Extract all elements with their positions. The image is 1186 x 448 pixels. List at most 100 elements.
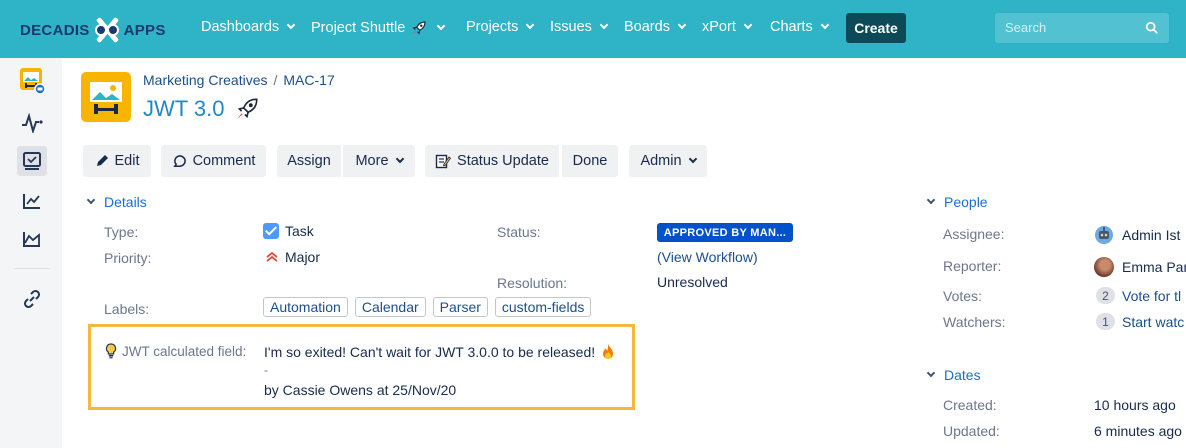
status-badge[interactable]: APPROVED BY MAN... — [657, 223, 793, 242]
breadcrumb: Marketing Creatives / MAC-17 — [143, 72, 335, 88]
project-avatar[interactable] — [81, 72, 131, 122]
view-workflow-link[interactable]: (View Workflow) — [657, 249, 758, 265]
line-chart-icon — [23, 194, 40, 209]
details-section-toggle[interactable]: Details — [86, 194, 147, 210]
priority-value: Major — [265, 249, 320, 265]
vote-link[interactable]: Vote for tl — [1122, 288, 1181, 304]
breadcrumb-separator: / — [273, 72, 278, 88]
activity-pulse-icon — [22, 113, 43, 133]
chevron-down-icon — [688, 154, 697, 164]
status-update-button[interactable]: Status Update — [425, 145, 559, 177]
jwt-field-value-line2: by Cassie Owens at 25/Nov/20 — [264, 382, 457, 398]
decadis-apps-logo[interactable]: DECADIS APPS — [20, 18, 166, 42]
status-update-button-label: Status Update — [457, 153, 549, 169]
chevron-down-icon — [926, 195, 936, 205]
nav-project-shuttle[interactable]: Project Shuttle — [311, 19, 446, 37]
done-button[interactable]: Done — [562, 145, 618, 177]
jwt-field-label: JWT calculated field: — [105, 343, 246, 359]
chevron-down-icon — [437, 21, 446, 31]
comment-button-label: Comment — [192, 153, 256, 169]
nav-projects-label: Projects — [466, 19, 519, 35]
rocket-icon — [412, 21, 426, 35]
nav-dashboards[interactable]: Dashboards — [201, 19, 296, 35]
comment-button[interactable]: Comment — [161, 145, 266, 177]
nav-project-shuttle-label: Project Shuttle — [311, 20, 406, 36]
assignee-label: Assignee: — [943, 226, 1005, 242]
sidebar-project-avatar[interactable] — [19, 68, 45, 95]
nav-xport[interactable]: xPort — [702, 19, 753, 35]
nav-issues-label: Issues — [550, 19, 592, 35]
priority-value-text: Major — [285, 249, 321, 265]
watchers-label: Watchers: — [943, 314, 1006, 330]
assign-button[interactable]: Assign — [277, 145, 341, 177]
area-chart-icon — [23, 232, 40, 247]
more-button-label: More — [355, 153, 389, 169]
rocket-icon — [236, 98, 258, 119]
project-avatar-icon — [20, 68, 45, 95]
nav-projects[interactable]: Projects — [466, 19, 535, 35]
sidebar-links[interactable] — [19, 286, 45, 312]
details-heading: Details — [104, 194, 147, 210]
label-tag[interactable]: Automation — [263, 297, 348, 317]
assign-button-label: Assign — [287, 153, 331, 169]
chevron-down-icon — [86, 195, 96, 205]
sidebar-reports[interactable] — [19, 188, 45, 214]
issue-title: JWT 3.0 — [143, 96, 262, 122]
user-avatar — [1094, 257, 1114, 277]
more-button[interactable]: More — [343, 145, 415, 177]
create-button[interactable]: Create — [846, 13, 906, 43]
nav-boards[interactable]: Boards — [624, 19, 687, 35]
chevron-down-icon — [395, 154, 404, 164]
jwt-field-label-text: JWT calculated field: — [122, 343, 247, 359]
admin-button[interactable]: Admin — [629, 145, 707, 177]
nav-dashboards-label: Dashboards — [201, 19, 280, 35]
issue-title-text: JWT 3.0 — [143, 96, 225, 121]
note-edit-icon — [435, 154, 452, 169]
created-value: 10 hours ago — [1094, 397, 1176, 413]
reporter-name: Emma Par — [1122, 259, 1186, 275]
start-watching-link[interactable]: Start watc — [1122, 314, 1184, 330]
sidebar-activity[interactable] — [19, 110, 45, 136]
comment-icon — [172, 154, 186, 167]
chevron-down-icon — [286, 20, 296, 30]
breadcrumb-issue-key-link[interactable]: MAC-17 — [283, 72, 334, 88]
sidebar-divider — [14, 268, 50, 269]
assignee-name: Admin Ist — [1122, 227, 1181, 243]
breadcrumb-project-link[interactable]: Marketing Creatives — [143, 72, 268, 88]
dates-section-toggle[interactable]: Dates — [926, 367, 981, 383]
label-tag[interactable]: Parser — [432, 297, 488, 317]
nav-issues[interactable]: Issues — [550, 19, 609, 35]
jwt-field-dash: - — [264, 363, 268, 377]
chevron-down-icon — [743, 20, 753, 30]
sidebar-charts[interactable] — [19, 226, 45, 252]
updated-value: 6 minutes ago — [1094, 423, 1182, 439]
label-tag[interactable]: custom-fields — [494, 297, 592, 317]
sidebar-board[interactable] — [17, 146, 47, 176]
nav-charts[interactable]: Charts — [770, 19, 829, 35]
resolution-label: Resolution: — [497, 275, 568, 291]
votes-count-badge: 2 — [1096, 287, 1115, 304]
done-button-label: Done — [572, 153, 608, 169]
search-placeholder: Search — [1005, 20, 1047, 35]
search-icon[interactable] — [1145, 21, 1159, 35]
priority-label: Priority: — [104, 250, 152, 266]
type-value: Task — [263, 223, 314, 239]
chevron-down-icon — [820, 20, 829, 30]
reporter-value[interactable]: Emma Par — [1094, 257, 1186, 277]
jwt-calculated-field-box: JWT calculated field: I'm so exited! Can… — [88, 324, 635, 410]
assignee-value[interactable]: Admin Ist — [1094, 225, 1180, 245]
label-tag[interactable]: Calendar — [354, 297, 426, 317]
chevron-down-icon — [526, 20, 535, 30]
robot-avatar-icon — [1095, 226, 1113, 244]
logo-text-right: APPS — [123, 21, 166, 39]
people-section-toggle[interactable]: People — [926, 194, 988, 210]
logo-text-left: DECADIS — [20, 21, 90, 39]
chevron-down-icon — [677, 20, 687, 30]
votes-label: Votes: — [943, 288, 982, 304]
dates-heading: Dates — [944, 367, 981, 383]
search-input[interactable]: Search — [995, 13, 1169, 43]
votes-value: 2 Vote for tl — [1096, 287, 1181, 304]
labels-label: Labels: — [104, 301, 150, 317]
chevron-down-icon — [599, 20, 609, 30]
edit-button[interactable]: Edit — [83, 145, 151, 177]
